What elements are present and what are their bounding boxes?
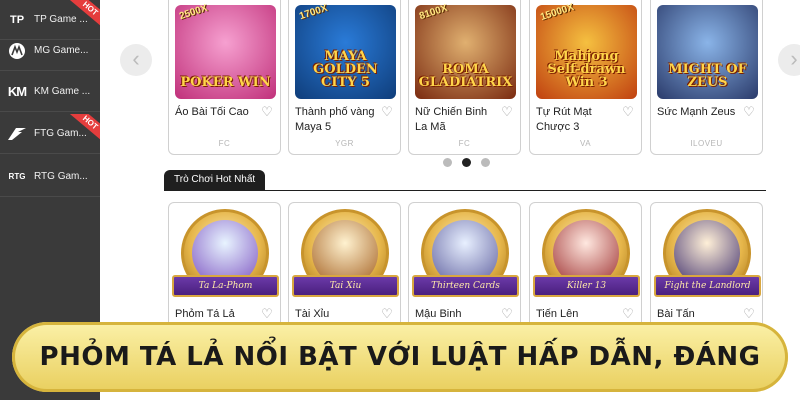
sidebar-item-label: RTG Gam... (34, 171, 88, 182)
game-name: Áo Bài Tối Cao (175, 106, 249, 118)
game-logo-text: MIGHT OF ZEUS (668, 62, 747, 90)
game-name: Tiến Lên (536, 308, 579, 320)
game-thumbnail[interactable]: Ta La-Phom (172, 207, 279, 302)
heart-outline-icon[interactable]: ♡ (742, 307, 756, 321)
heart-outline-icon[interactable]: ♡ (260, 105, 274, 119)
game-thumbnail[interactable]: 15000X Mahjong Self-drawn Win 3 (536, 1, 637, 99)
km-logo-icon: KM (7, 84, 27, 99)
carousel-next-button[interactable]: › (778, 44, 800, 76)
game-thumbnail[interactable]: Tai Xiu (292, 207, 399, 302)
hot-game-card[interactable]: Thirteen Cards Mậu Binh ♡ (408, 202, 521, 337)
mg-logo-icon (4, 40, 30, 62)
heart-outline-icon[interactable]: ♡ (380, 307, 394, 321)
hot-game-card[interactable]: Killer 13 Tiến Lên ♡ (529, 202, 642, 337)
game-provider: VA (579, 139, 592, 148)
pagination-dot-active[interactable] (462, 158, 471, 167)
sidebar-item-label: KM Game ... (34, 86, 91, 97)
game-name: Phỏm Tá Lả (175, 308, 235, 320)
heart-outline-icon[interactable]: ♡ (500, 307, 514, 321)
promo-banner: PHỎM TÁ LẢ NỔI BẬT VỚI LUẬT HẤP DẪN, ĐÁN… (12, 322, 788, 392)
game-thumbnail[interactable]: 8100X ROMA GLADIATRIX (415, 2, 516, 99)
game-thumbnail[interactable]: MIGHT OF ZEUS (657, 5, 758, 99)
carousel-prev-button[interactable]: ‹ (120, 44, 152, 76)
multiplier-badge: 15000X (539, 1, 576, 24)
game-name: Thành phố vàng Maya 5 (295, 106, 375, 133)
banner-headline: PHỎM TÁ LẢ NỔI BẬT VỚI LUẬT HẤP DẪN, ĐÁN… (39, 342, 761, 372)
game-provider: FC (458, 139, 471, 148)
game-provider: YGR (335, 139, 354, 148)
hot-game-card[interactable]: Fight the Landlord Bài Tấn ♡ (650, 202, 763, 337)
heart-outline-icon[interactable]: ♡ (742, 105, 756, 119)
game-thumbnail[interactable]: 2500X POKER WIN (175, 2, 276, 99)
game-provider: ILOVEU (690, 139, 723, 148)
rtg-logo-icon: RTG (8, 172, 26, 181)
section-divider (164, 190, 766, 191)
sidebar-item-mg-game[interactable]: MG Game... (0, 31, 100, 71)
game-provider: FC (218, 139, 231, 148)
sidebar-item-label: MG Game... (34, 45, 89, 56)
game-card[interactable]: 8100X ROMA GLADIATRIX Nữ Chiến Binh La Mã ♡… (408, 0, 521, 155)
hot-game-card[interactable]: Ta La-Phom Phỏm Tá Lả ♡ (168, 202, 281, 337)
multiplier-badge: 1700X (298, 2, 329, 23)
multiplier-badge: 2500X (178, 2, 209, 23)
game-name: Nữ Chiến Binh La Mã (415, 106, 488, 133)
game-name: Mậu Binh (415, 308, 462, 320)
tp-logo-icon: TP (9, 13, 25, 26)
sidebar-item-rtg-game[interactable]: RTG RTG Gam... (0, 157, 100, 197)
game-ribbon-label: Killer 13 (533, 275, 640, 297)
heart-outline-icon[interactable]: ♡ (260, 307, 274, 321)
game-logo-text: Mahjong Self-drawn Win 3 (547, 49, 626, 90)
game-logo-text: POKER WIN (180, 75, 271, 90)
game-logo-text: ROMA GLADIATRIX (418, 62, 513, 90)
game-name: Bài Tấn (657, 308, 695, 320)
game-logo-text: MAYA GOLDEN CITY 5 (313, 49, 378, 90)
game-thumbnail[interactable]: 1700X MAYA GOLDEN CITY 5 (295, 2, 396, 99)
section-title-hot-games[interactable]: Trò Chơi Hot Nhất (164, 170, 266, 190)
game-ribbon-label: Tai Xiu (292, 275, 399, 297)
game-name: Sức Mạnh Zeus (657, 106, 736, 118)
game-ribbon-label: Fight the Landlord (654, 275, 761, 297)
game-card[interactable]: MIGHT OF ZEUS Sức Mạnh Zeus ♡ ILOVEU (650, 0, 763, 155)
sidebar-item-ftg-game[interactable]: FTG Gam... HOT (0, 114, 100, 154)
multiplier-badge: 8100X (418, 2, 449, 23)
game-card[interactable]: 1700X MAYA GOLDEN CITY 5 Thành phố vàng Ma… (288, 0, 401, 155)
sidebar-item-km-game[interactable]: KM KM Game ... (0, 72, 100, 112)
sidebar-item-label: TP Game ... (34, 14, 88, 25)
game-name: Tự Rút Mạt Chược 3 (536, 106, 592, 133)
pagination-dot[interactable] (443, 158, 452, 167)
game-ribbon-label: Thirteen Cards (412, 275, 519, 297)
hot-game-card[interactable]: Tai Xiu Tài Xỉu ♡ (288, 202, 401, 337)
game-card[interactable]: 2500X POKER WIN Áo Bài Tối Cao ♡ FC (168, 0, 281, 155)
pagination-dot[interactable] (481, 158, 490, 167)
heart-outline-icon[interactable]: ♡ (500, 105, 514, 119)
ftg-logo-icon (4, 123, 30, 145)
game-name: Tài Xỉu (295, 308, 330, 320)
carousel-pagination (443, 158, 490, 167)
game-ribbon-label: Ta La-Phom (172, 275, 279, 297)
heart-outline-icon[interactable]: ♡ (380, 105, 394, 119)
game-thumbnail[interactable]: Fight the Landlord (654, 207, 761, 302)
game-card[interactable]: 15000X Mahjong Self-drawn Win 3 Tự Rút Mạt… (529, 0, 642, 155)
heart-outline-icon[interactable]: ♡ (621, 307, 635, 321)
game-thumbnail[interactable]: Thirteen Cards (412, 207, 519, 302)
game-thumbnail[interactable]: Killer 13 (533, 207, 640, 302)
heart-outline-icon[interactable]: ♡ (621, 105, 635, 119)
sidebar-item-label: FTG Gam... (34, 128, 87, 139)
